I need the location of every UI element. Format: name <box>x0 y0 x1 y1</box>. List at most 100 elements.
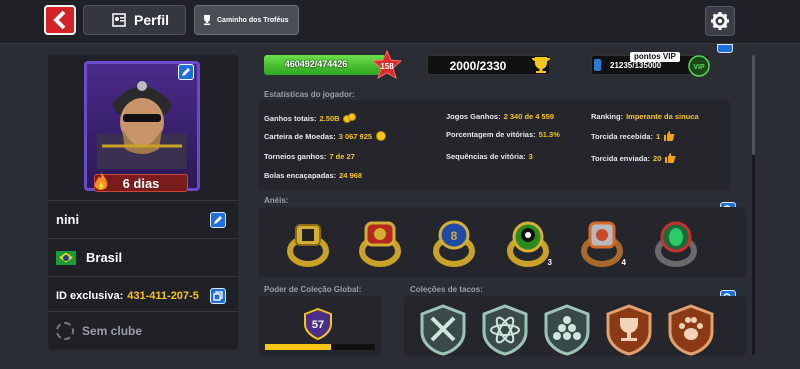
stat-torcida-recebida-value: 1 <box>655 131 661 141</box>
stat-torneios-label: Torneios ganhos: <box>264 152 327 161</box>
tab-perfil-label: Perfil <box>134 12 170 28</box>
stat-carteira-label: Carteira de Moedas: <box>264 131 336 141</box>
username: nini <box>56 212 80 227</box>
ring-4[interactable]: 3 <box>502 217 554 269</box>
power-bar-fill <box>265 344 331 350</box>
stat-torcida-recebida: Torcida recebida: 1 <box>591 130 675 142</box>
stat-torcida-recebida-label: Torcida recebida: <box>591 131 653 141</box>
tab-trofeus-label: Caminho dos Troféus <box>217 16 289 24</box>
power-bar <box>265 344 375 350</box>
back-button[interactable] <box>44 5 76 35</box>
thumbs-up-icon <box>665 153 676 163</box>
stat-porcentagem-label: Porcentagem de vitórias: <box>446 130 536 139</box>
stat-torcida-enviada: Torcida enviada: 20 <box>591 152 676 164</box>
id-label: ID exclusiva: <box>56 289 124 302</box>
tab-trofeus[interactable]: Caminho dos Troféus <box>194 5 299 35</box>
streak-badge: 6 dias <box>94 172 188 192</box>
stat-torneios-value: 7 de 27 <box>329 152 355 161</box>
rings-panel: 8 3 4 <box>258 207 746 277</box>
stats-panel: Ganhos totais: 2.50B Carteira de Moedas:… <box>258 100 730 190</box>
stat-porcentagem-value: 51.3% <box>538 130 560 139</box>
vip-badge-icon: VIP <box>688 55 710 77</box>
stat-jogos: Jogos Ganhos: 2 340 de 4 559 <box>446 112 554 121</box>
shield-icon: 57 <box>304 308 332 340</box>
trophy-icon <box>532 57 550 73</box>
chalice-cue-collection-icon[interactable] <box>604 304 654 356</box>
trophy-count: 2000/2330 <box>449 59 507 73</box>
country-name: Brasil <box>86 250 123 265</box>
stat-ganhos-value: 2.50B <box>319 113 340 123</box>
stat-carteira: Carteira de Moedas: 3 067 925 <box>264 130 387 142</box>
gear-icon <box>711 12 729 30</box>
stat-bolas-value: 24 968 <box>339 171 363 180</box>
vip-info-button[interactable] <box>717 44 733 53</box>
power-panel: 57 <box>258 296 382 356</box>
club-row[interactable]: Sem clube <box>48 311 238 349</box>
coins-icon <box>342 113 356 123</box>
stat-bolas: Bolas encaçapadas: 24 968 <box>264 171 362 180</box>
ring-count: 3 <box>547 258 552 267</box>
ring-5[interactable]: 4 <box>576 217 628 269</box>
ring-icon: 8 <box>433 220 475 267</box>
country-row: Brasil <box>48 238 238 276</box>
swords-cue-collection-icon[interactable] <box>418 304 468 356</box>
level-number: 158 <box>380 62 394 71</box>
coin-icon <box>376 131 387 141</box>
thumbs-up-icon <box>664 131 675 141</box>
ring-icon <box>581 221 623 267</box>
edit-avatar-button[interactable] <box>178 64 194 80</box>
stat-ranking-label: Ranking: <box>591 112 624 121</box>
id-row: ID exclusiva: 431-411-207-5 <box>48 276 238 314</box>
chevron-left-icon <box>53 10 66 30</box>
username-row: nini <box>48 200 238 238</box>
trophy-bar: 2000/2330 <box>427 55 550 75</box>
flame-icon <box>94 172 108 190</box>
pencil-icon <box>182 68 190 76</box>
cues-title: Coleções de tacos: <box>410 285 483 294</box>
copy-id-button[interactable] <box>210 287 226 304</box>
trophy-icon <box>204 15 210 25</box>
stats-title: Estatísticas do jogador: <box>264 90 355 99</box>
svg-text:VIP: VIP <box>693 64 705 71</box>
ring-1[interactable] <box>282 217 334 269</box>
rings-title: Anéis: <box>264 196 289 205</box>
vip-bar-fill <box>594 59 601 71</box>
stat-sequencias-label: Sequências de vitória: <box>446 152 526 161</box>
ring-icon <box>359 221 401 267</box>
stat-sequencias-value: 3 <box>528 152 533 161</box>
pool-rack-cue-collection-icon[interactable] <box>542 304 592 356</box>
ring-3[interactable]: 8 <box>428 217 480 269</box>
atom-cue-collection-icon[interactable] <box>480 304 530 356</box>
ring-6[interactable] <box>650 217 702 269</box>
pencil-icon <box>214 215 222 224</box>
tab-perfil[interactable]: Perfil <box>83 5 186 35</box>
streak-text: 6 dias <box>122 175 160 191</box>
settings-button[interactable] <box>705 6 735 36</box>
stat-sequencias: Sequências de vitória: 3 <box>446 152 533 161</box>
scrollbar-thumb[interactable] <box>752 55 755 155</box>
stat-bolas-label: Bolas encaçapadas: <box>264 171 337 180</box>
vip-points: 21235/135000 <box>610 61 662 70</box>
stat-porcentagem: Porcentagem de vitórias: 51.3% <box>446 130 560 139</box>
stat-torcida-enviada-label: Torcida enviada: <box>591 153 651 163</box>
ring-icon <box>287 224 329 267</box>
stat-torcida-enviada-value: 20 <box>653 153 662 163</box>
profile-panel: 6 dias nini Brasil ID exclusiva: 431-411… <box>48 55 238 350</box>
stat-ranking-value: Imperante da sinuca <box>626 112 699 121</box>
top-bar: Perfil Caminho dos Troféus <box>0 0 800 44</box>
brazil-flag-icon <box>56 250 76 265</box>
stat-ganhos: Ganhos totais: 2.50B <box>264 112 357 124</box>
stat-jogos-value: 2 340 de 4 559 <box>503 112 555 121</box>
copy-icon <box>213 290 223 301</box>
ring-icon <box>655 221 697 267</box>
ring-2[interactable] <box>354 217 406 269</box>
profile-icon <box>112 13 126 27</box>
cues-panel <box>404 296 746 356</box>
stat-ranking: Ranking: Imperante da sinuca <box>591 112 699 121</box>
stat-carteira-value: 3 067 925 <box>338 131 373 141</box>
ring-count: 4 <box>621 258 626 267</box>
svg-text:8: 8 <box>451 229 458 243</box>
power-value: 57 <box>312 319 324 331</box>
edit-username-button[interactable] <box>210 211 226 228</box>
paw-cue-collection-icon[interactable] <box>666 304 716 356</box>
